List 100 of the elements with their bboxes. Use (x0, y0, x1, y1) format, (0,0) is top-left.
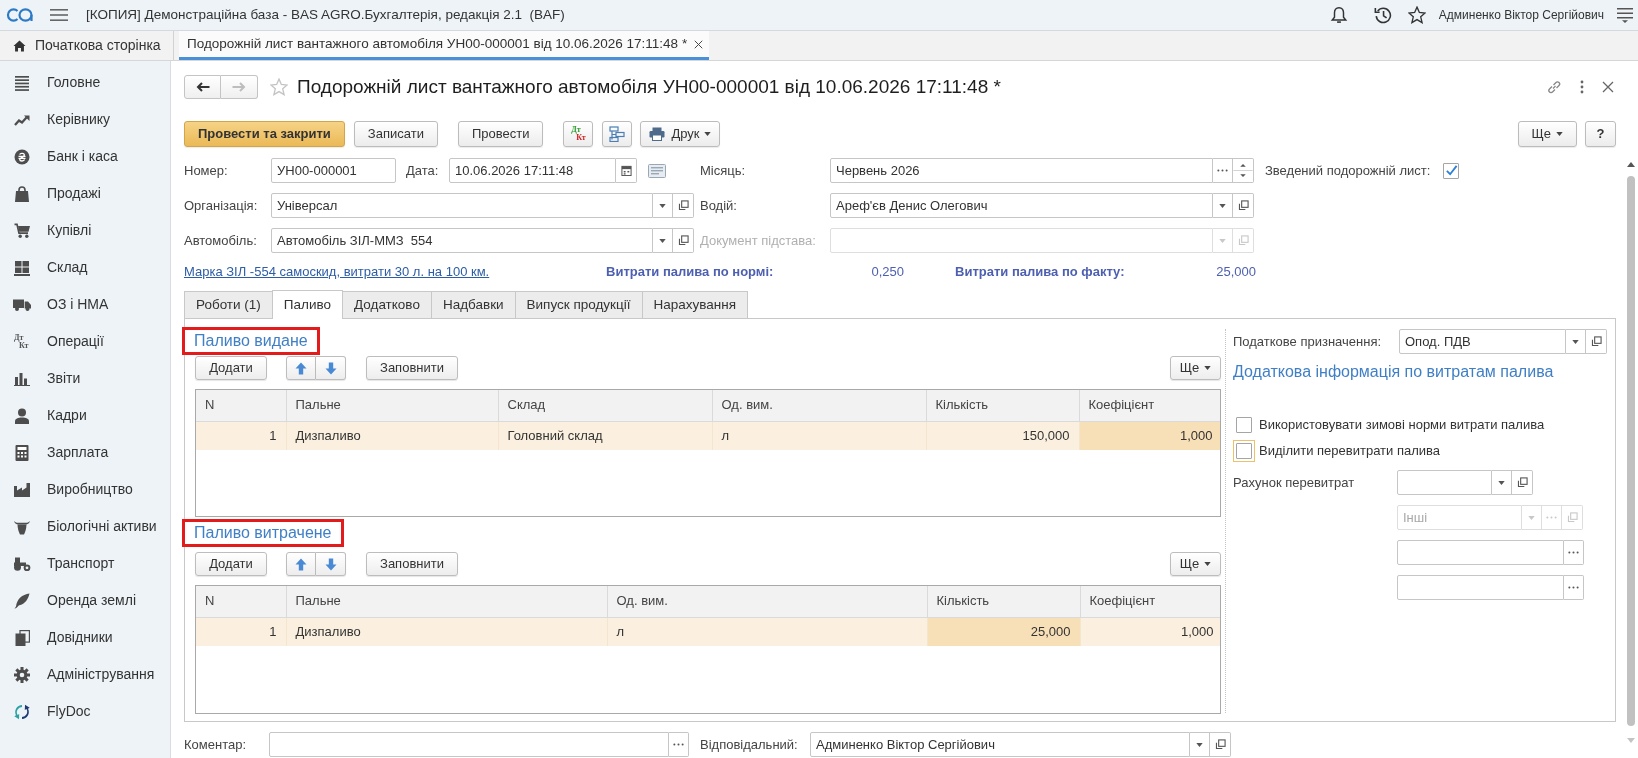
choose-button[interactable] (669, 732, 689, 757)
open-button[interactable] (1233, 193, 1254, 218)
account-field[interactable] (1397, 470, 1492, 495)
link-icon[interactable] (1546, 79, 1562, 95)
sidebar-item[interactable]: Головне (0, 64, 170, 101)
comment-field[interactable] (269, 732, 669, 757)
history-icon[interactable] (1373, 6, 1392, 24)
dropdown-button[interactable] (1566, 329, 1586, 354)
vehicle-model-link[interactable]: Марка ЗІЛ -554 самоскид, витрати 30 л. на 100 км. (184, 263, 490, 279)
dropdown-button[interactable] (1492, 470, 1512, 495)
dropdown-button[interactable] (653, 228, 673, 253)
list-menu-icon[interactable] (1617, 7, 1633, 23)
table-row[interactable]: 1 Дизпаливо л 25,000 1,000 (196, 617, 1220, 646)
dropdown-button[interactable] (1213, 193, 1233, 218)
scroll-up-arrow-icon[interactable] (1627, 162, 1635, 167)
dropdown-button[interactable] (653, 193, 673, 218)
document-icon[interactable] (648, 163, 666, 178)
tax-purpose-field[interactable]: Опод. ПДВ (1399, 329, 1566, 354)
sidebar-item[interactable]: Купівлі (0, 212, 170, 249)
month-field[interactable]: Червень 2026 (830, 158, 1213, 183)
column-header[interactable]: Кількість (926, 390, 1079, 421)
tab[interactable]: Додатково (342, 291, 432, 318)
open-button[interactable] (1586, 329, 1607, 354)
sidebar-item[interactable]: Продажі (0, 175, 170, 212)
open-button[interactable] (1210, 732, 1231, 757)
menu-icon[interactable] (50, 8, 68, 22)
column-header[interactable]: N (196, 586, 286, 617)
move-up-button[interactable] (286, 356, 316, 380)
column-header[interactable]: Кількість (927, 586, 1080, 617)
print-button[interactable]: Друк (640, 120, 721, 147)
vehicle-field[interactable]: Автомобіль ЗІЛ-ММЗ 554 (271, 228, 653, 253)
sidebar-item[interactable]: Біологічні активи (0, 508, 170, 545)
sidebar-item[interactable]: Кадри (0, 397, 170, 434)
sidebar-item[interactable]: Банк і каса (0, 138, 170, 175)
sidebar-item[interactable]: FlyDoc (0, 693, 170, 730)
help-button[interactable]: ? (1585, 120, 1616, 147)
scrollbar-thumb[interactable] (1627, 176, 1635, 726)
sidebar-item[interactable]: Склад (0, 249, 170, 286)
sidebar-item[interactable]: Звіти (0, 360, 170, 397)
debit-credit-button[interactable]: Дт Кт (563, 120, 594, 147)
column-header[interactable]: Пальне (286, 586, 607, 617)
table-row[interactable]: 1 Дизпаливо Головний склад л 150,000 1,000 (196, 421, 1220, 450)
document-tab[interactable]: Подорожній лист вантажного автомобіля УН00-000001 від 10.06.2026 17:11:48 * (179, 31, 710, 60)
structure-button[interactable] (602, 120, 633, 147)
tab[interactable]: Роботи (1) (184, 291, 273, 318)
checkbox[interactable] (1443, 162, 1460, 179)
tab[interactable]: Нарахування (641, 291, 749, 318)
analytics-field[interactable] (1397, 575, 1564, 600)
open-button[interactable] (1512, 470, 1533, 495)
analytics-field[interactable] (1397, 540, 1564, 565)
user-name[interactable]: Админенко Віктор Сергійович (1438, 7, 1604, 23)
checkbox[interactable] (1236, 417, 1252, 433)
choose-button[interactable] (1564, 540, 1584, 565)
tab[interactable]: Паливо (271, 290, 343, 319)
column-header[interactable]: Склад (498, 390, 712, 421)
column-header[interactable]: Од. вим. (712, 390, 926, 421)
save-button[interactable]: Записати (353, 120, 438, 147)
open-button[interactable] (673, 228, 694, 253)
sidebar-item[interactable]: ОЗ і НМА (0, 286, 170, 323)
sidebar-item[interactable]: Дт Кт Операції (0, 323, 170, 360)
column-header[interactable]: Пальне (286, 390, 498, 421)
add-button[interactable]: Додати (195, 356, 267, 380)
more-button[interactable]: Ще (1170, 552, 1221, 576)
column-header[interactable]: Коефіцієнт (1079, 390, 1220, 421)
choose-button[interactable] (1213, 158, 1233, 183)
sidebar-item[interactable]: Зарплата (0, 434, 170, 471)
dropdown-button[interactable] (1190, 732, 1210, 757)
more-button[interactable]: Ще (1170, 356, 1221, 380)
sidebar-item[interactable]: Довідники (0, 619, 170, 656)
move-up-button[interactable] (286, 552, 316, 576)
tab[interactable]: Випуск продукції (514, 291, 643, 318)
sidebar-item[interactable]: Керівнику (0, 101, 170, 138)
close-icon[interactable] (694, 39, 704, 49)
more-options-icon[interactable] (1580, 80, 1584, 94)
choose-button[interactable] (1564, 575, 1584, 600)
sidebar-item[interactable]: Транспорт (0, 545, 170, 582)
move-down-button[interactable] (316, 356, 346, 380)
open-button[interactable] (673, 193, 694, 218)
post-and-close-button[interactable]: Провести та закрити (184, 120, 345, 147)
fill-button[interactable]: Заповнити (366, 552, 458, 576)
bell-icon[interactable] (1329, 6, 1348, 24)
organization-field[interactable]: Універсал (271, 193, 653, 218)
responsible-field[interactable]: Админенко Віктор Сергійович (810, 732, 1190, 757)
sidebar-item[interactable]: Виробництво (0, 471, 170, 508)
column-header[interactable]: Од. вим. (607, 586, 927, 617)
home-tab[interactable]: Початкова сторінка (0, 31, 174, 60)
number-field[interactable]: УН00-000001 (271, 158, 396, 183)
move-down-button[interactable] (316, 552, 346, 576)
star-icon[interactable] (1407, 6, 1426, 24)
logo-icon[interactable] (6, 7, 34, 23)
tab[interactable]: Надбавки (430, 291, 516, 318)
driver-field[interactable]: Ареф'єв Денис Олегович (830, 193, 1213, 218)
add-button[interactable]: Додати (195, 552, 267, 576)
close-icon[interactable] (1602, 81, 1614, 93)
date-field[interactable]: 10.06.2026 17:11:48 (449, 158, 616, 183)
sidebar-item[interactable]: Адміністрування (0, 656, 170, 693)
back-button[interactable] (184, 75, 221, 99)
column-header[interactable]: N (196, 390, 286, 421)
post-button[interactable]: Провести (457, 120, 544, 147)
calendar-button[interactable] (616, 158, 637, 183)
